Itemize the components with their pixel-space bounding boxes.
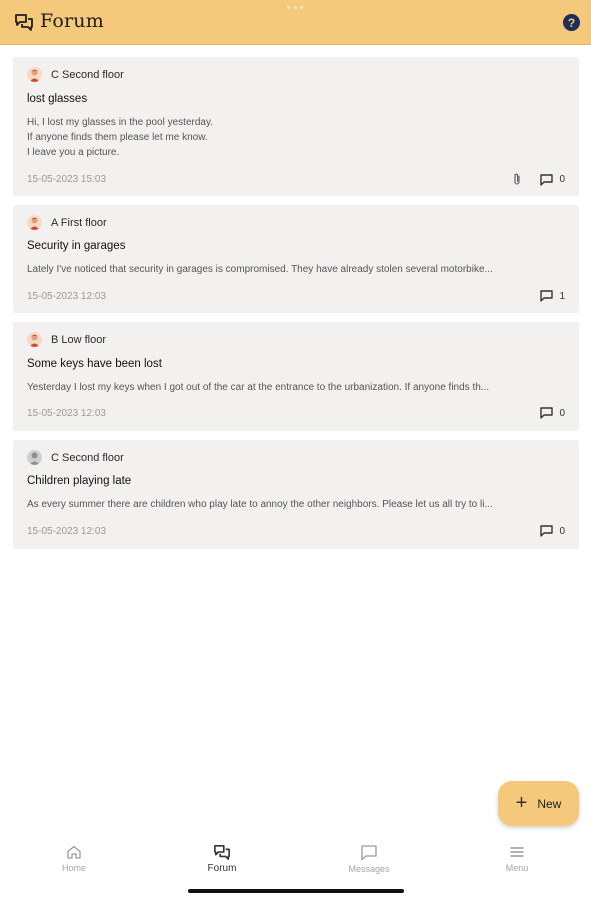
comment-count: 0 xyxy=(559,525,565,537)
post-meta: 1 xyxy=(540,290,565,302)
post-meta: 0 xyxy=(540,407,565,419)
new-post-label: New xyxy=(537,796,562,811)
post-author: C Second floor xyxy=(51,69,124,81)
post-title: Some keys have been lost xyxy=(27,358,162,370)
post-body-line: Yesterday I lost my keys when I got out … xyxy=(27,382,490,393)
forum-icon xyxy=(214,844,230,860)
drag-handle[interactable] xyxy=(287,6,303,9)
comment-count: 1 xyxy=(559,290,565,302)
post-body-line: Hi, I lost my glasses in the pool yester… xyxy=(27,117,214,128)
post-date: 15-05-2023 12:03 xyxy=(27,526,106,537)
post-author: B Low floor xyxy=(51,334,107,346)
nav-messages[interactable]: Messages xyxy=(319,844,419,874)
home-indicator xyxy=(188,889,404,893)
post-author: A First floor xyxy=(51,217,107,229)
app-bar: Forum ? xyxy=(0,0,591,45)
post-card[interactable]: A First floor Security in garages Lately… xyxy=(13,205,579,313)
post-card[interactable]: C Second floor Children playing late As … xyxy=(13,440,579,549)
post-card[interactable]: B Low floor Some keys have been lost Yes… xyxy=(13,322,579,431)
post-date: 15-05-2023 12:03 xyxy=(27,408,106,419)
person-avatar-icon xyxy=(27,67,42,82)
comment-icon xyxy=(540,290,554,302)
comment-count: 0 xyxy=(559,174,565,185)
comment-icon xyxy=(540,407,554,419)
new-post-button[interactable]: + New xyxy=(498,781,579,826)
forum-icon xyxy=(15,14,33,31)
post-title: Security in garages xyxy=(27,240,126,252)
nav-label: Forum xyxy=(207,863,237,874)
comment-icon xyxy=(540,173,554,186)
post-meta: 0 xyxy=(540,525,565,537)
post-author: C Second floor xyxy=(51,452,124,464)
nav-home[interactable]: Home xyxy=(24,844,124,873)
post-meta: 0 xyxy=(512,173,565,186)
plus-icon: + xyxy=(515,791,528,814)
help-icon[interactable]: ? xyxy=(563,14,580,31)
post-body-line: Lately I've noticed that security in gar… xyxy=(27,264,493,275)
post-body-line: If anyone finds them please let me know. xyxy=(27,132,208,143)
comment-icon xyxy=(540,525,554,537)
home-icon xyxy=(67,845,81,859)
post-date: 15-05-2023 15:03 xyxy=(27,174,106,185)
menu-icon xyxy=(510,847,524,857)
post-date: 15-05-2023 12:03 xyxy=(27,291,106,302)
nav-label: Home xyxy=(61,863,86,873)
message-icon xyxy=(361,845,377,861)
default-avatar-icon xyxy=(27,450,42,465)
post-body-line: I leave you a picture. xyxy=(27,147,120,158)
comment-count: 0 xyxy=(559,407,565,419)
nav-forum[interactable]: Forum xyxy=(172,844,272,874)
page-title: Forum xyxy=(40,10,104,32)
nav-label: Messages xyxy=(348,864,390,874)
nav-label: Menu xyxy=(505,863,529,873)
post-card[interactable]: C Second floor lost glasses Hi, I lost m… xyxy=(13,57,579,196)
nav-menu[interactable]: Menu xyxy=(467,844,567,873)
post-body-line: As every summer there are children who p… xyxy=(27,499,493,510)
person-avatar-icon xyxy=(27,215,42,230)
person-avatar-icon xyxy=(27,332,42,347)
attachment-icon xyxy=(514,173,520,185)
post-title: Children playing late xyxy=(27,475,132,487)
post-title: lost glasses xyxy=(27,93,88,105)
